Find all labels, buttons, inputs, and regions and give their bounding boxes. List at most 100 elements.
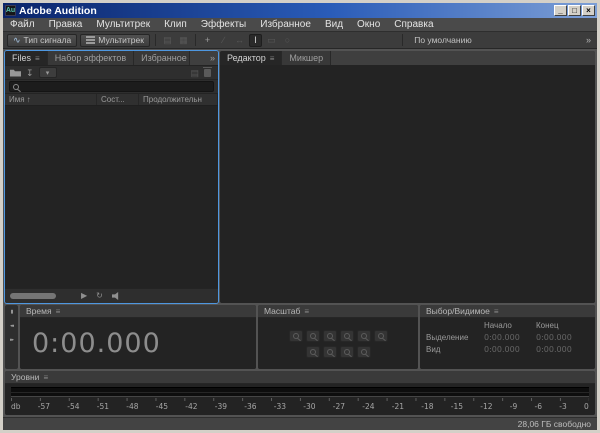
column-header-state[interactable]: Сост... [97, 94, 139, 105]
open-folder-icon[interactable] [10, 69, 21, 77]
open-file-icon[interactable]: ▤ [161, 34, 174, 47]
panel-menu-icon[interactable]: ≡ [43, 373, 48, 382]
magnifier-icon [327, 333, 333, 339]
stop-icon[interactable]: ▮ [11, 309, 13, 315]
search-input[interactable] [22, 82, 210, 91]
media-browser-icon[interactable]: ▦ [177, 34, 190, 47]
waveform-icon: ∿ [13, 36, 21, 45]
scale-label: -36 [244, 402, 256, 411]
file-list[interactable] [5, 106, 218, 288]
scale-label: -21 [392, 402, 404, 411]
scale-label: -33 [274, 402, 286, 411]
levels-panel-title: Уровни [11, 372, 39, 382]
scale-label: -54 [67, 402, 79, 411]
lasso-selection-tool-icon[interactable]: ○ [281, 34, 294, 47]
preview-loop-icon[interactable]: ↻ [96, 292, 103, 300]
magnifier-icon [361, 349, 367, 355]
column-name-label: Имя [9, 95, 25, 104]
tab-favorites[interactable]: Избранное [134, 51, 190, 65]
view-start-value[interactable]: 0:00.000 [484, 345, 536, 354]
panel-menu-icon[interactable]: ≡ [56, 307, 61, 316]
window-controls: _ □ × [554, 5, 595, 16]
magnifier-icon [361, 333, 367, 339]
horizontal-scrollbar[interactable] [10, 293, 56, 299]
selection-panel-title: Выбор/Видимое [426, 306, 490, 316]
insert-into-multitrack-icon[interactable]: ▤ [190, 68, 199, 78]
menu-edit[interactable]: Правка [42, 18, 90, 32]
menu-view[interactable]: Вид [318, 18, 350, 32]
scale-label: -39 [215, 402, 227, 411]
workspace-selector[interactable]: По умолчанию [408, 35, 477, 45]
zoom-out-time-icon[interactable] [306, 330, 320, 342]
multitrack-view-button[interactable]: Мультитрек [80, 34, 150, 47]
selection-end-value[interactable]: 0:00.000 [536, 333, 589, 342]
marquee-selection-tool-icon[interactable]: ▭ [265, 34, 278, 47]
search-box [9, 81, 214, 92]
selection-start-value[interactable]: 0:00.000 [484, 333, 536, 342]
zoom-to-in-point-icon[interactable] [323, 346, 337, 358]
zoom-out-full-icon[interactable] [374, 330, 388, 342]
trash-icon[interactable] [204, 69, 211, 77]
preview-play-icon[interactable]: ▶ [81, 292, 87, 300]
rewind-icon[interactable]: ◂◂ [10, 323, 13, 329]
view-end-value[interactable]: 0:00.000 [536, 345, 589, 354]
menu-effects[interactable]: Эффекты [194, 18, 253, 32]
tab-editor[interactable]: Редактор ≡ [220, 51, 282, 65]
zoom-reset-icon[interactable] [357, 330, 371, 342]
menu-window[interactable]: Окно [350, 18, 387, 32]
tab-overflow-icon[interactable]: » [207, 51, 218, 65]
minimize-button[interactable]: _ [554, 5, 567, 16]
menu-help[interactable]: Справка [387, 18, 440, 32]
slip-tool-icon[interactable]: ↔ [233, 34, 246, 47]
scale-label: -3 [559, 402, 566, 411]
menu-favorites[interactable]: Избранное [253, 18, 318, 32]
panel-menu-icon[interactable]: ≡ [270, 54, 275, 63]
zoom-buttons [258, 318, 418, 369]
razor-tool-icon[interactable]: ∕ [217, 34, 230, 47]
zoom-to-out-point-icon[interactable] [340, 346, 354, 358]
tab-effects-rack[interactable]: Набор эффектов [48, 51, 134, 65]
level-meter [11, 387, 589, 397]
scale-label: -48 [126, 402, 138, 411]
import-file-icon[interactable]: ↧ [26, 68, 34, 78]
meter-scale: db -57 -54 -51 -48 -45 -42 -39 -36 -33 -… [11, 402, 589, 411]
scale-label: -24 [362, 402, 374, 411]
menu-multitrack[interactable]: Мультитрек [89, 18, 157, 32]
zoom-panel-header: Масштаб ≡ [258, 305, 418, 318]
multitrack-view-label: Мультитрек [98, 35, 144, 45]
scale-label: -57 [38, 402, 50, 411]
menu-clip[interactable]: Клип [157, 18, 194, 32]
zoom-to-selection-icon[interactable] [306, 346, 320, 358]
waveform-view-button[interactable]: ∿ Тип сигнала [7, 34, 77, 47]
app-window: Au Adobe Audition _ □ × Файл Правка Муль… [0, 0, 600, 433]
titlebar: Au Adobe Audition _ □ × [3, 3, 597, 18]
magnifier-icon [344, 349, 350, 355]
fast-forward-icon[interactable]: ▸▸ [10, 337, 13, 343]
preview-autoplay-icon[interactable] [112, 292, 121, 300]
time-selection-tool-icon[interactable]: I [249, 34, 262, 47]
maximize-button[interactable]: □ [568, 5, 581, 16]
panel-menu-icon[interactable]: ≡ [35, 54, 40, 63]
media-type-dropdown[interactable]: ▾ [39, 67, 57, 78]
scale-label: -9 [510, 402, 517, 411]
toolbar-separator [155, 34, 156, 46]
scale-label: -15 [451, 402, 463, 411]
zoom-selection-full-icon[interactable] [357, 346, 371, 358]
move-tool-icon[interactable]: + [201, 34, 214, 47]
search-icon [13, 84, 19, 90]
zoom-out-amplitude-icon[interactable] [340, 330, 354, 342]
tab-files[interactable]: Files ≡ [5, 51, 48, 65]
toolbar-overflow-icon[interactable]: » [584, 35, 593, 45]
panel-menu-icon[interactable]: ≡ [304, 307, 309, 316]
scale-label: 0 [584, 402, 589, 411]
zoom-in-amplitude-icon[interactable] [323, 330, 337, 342]
tab-mixer[interactable]: Микшер [282, 51, 331, 65]
panel-menu-icon[interactable]: ≡ [494, 307, 499, 316]
column-header-duration[interactable]: Продолжительн [139, 94, 218, 105]
editor-canvas[interactable] [220, 66, 595, 303]
zoom-in-time-icon[interactable] [289, 330, 303, 342]
dock-area: Files ≡ Набор эффектов Избранное » ↧ ▾ ▤ [3, 49, 597, 417]
close-button[interactable]: × [582, 5, 595, 16]
column-header-name[interactable]: Имя ↑ [5, 94, 97, 105]
menu-file[interactable]: Файл [3, 18, 42, 32]
